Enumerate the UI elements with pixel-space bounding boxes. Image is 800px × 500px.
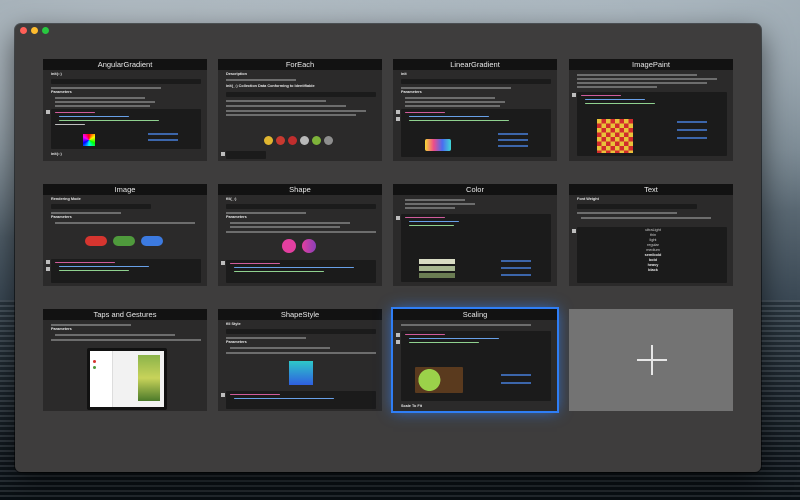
card-footer: init(::): [51, 152, 62, 156]
card-title: ShapeStyle: [218, 309, 382, 320]
card-title: Taps and Gestures: [43, 309, 207, 320]
card-imagepaint[interactable]: ImagePaint: [569, 59, 733, 161]
color-swatch: [419, 259, 455, 264]
card-heading: init: [401, 72, 407, 76]
angular-gradient-preview: [83, 134, 95, 146]
card-shape[interactable]: Shape fill(_:) Parameters: [218, 184, 382, 286]
params-label: Parameters: [226, 340, 247, 344]
params-label: Parameters: [51, 90, 72, 94]
gutter-icon[interactable]: [396, 117, 400, 121]
card-shapestyle[interactable]: ShapeStyle fill Style Parameters: [218, 309, 382, 411]
card-title: ImagePaint: [569, 59, 733, 70]
gutter-icon[interactable]: [396, 340, 400, 344]
card-foreach[interactable]: ForEach Description init(_:) Collection …: [218, 59, 382, 161]
card-color[interactable]: Color: [393, 184, 557, 286]
gutter-icon[interactable]: [46, 110, 50, 114]
card-angulargradient[interactable]: AngularGradient init(::) Parameters init…: [43, 59, 207, 161]
card-heading: Font Weight: [577, 197, 599, 201]
limes-image: [415, 367, 463, 393]
card-title: AngularGradient: [43, 59, 207, 70]
fruit-icon: [300, 136, 309, 145]
car-icon: [141, 236, 163, 246]
params-label: Parameters: [51, 327, 72, 331]
weight-label: black: [648, 268, 658, 272]
card-title: Shape: [218, 184, 382, 195]
code-block: [51, 79, 201, 84]
gutter-icon[interactable]: [396, 110, 400, 114]
card-text[interactable]: Text Font Weight ultraLight thin light r…: [569, 184, 733, 286]
card-title: ForEach: [218, 59, 382, 70]
linear-gradient-preview: [425, 139, 451, 151]
gutter-icon[interactable]: [46, 267, 50, 271]
tablet-preview: [87, 348, 167, 410]
color-swatch: [419, 273, 455, 278]
params-label: Parameters: [51, 215, 72, 219]
title-bar: [15, 24, 761, 38]
fruit-icon: [312, 136, 321, 145]
gutter-icon[interactable]: [572, 229, 576, 233]
params-label: Parameters: [226, 215, 247, 219]
card-heading: init(::): [51, 72, 62, 76]
add-card-button[interactable]: [569, 309, 733, 411]
fruit-icon: [324, 136, 333, 145]
card-title: Text: [569, 184, 733, 195]
close-button[interactable]: [20, 27, 27, 34]
gutter-icon[interactable]: [221, 393, 225, 397]
card-title: Color: [393, 184, 557, 195]
card-scaling[interactable]: Scaling Scale To Fit: [393, 309, 557, 411]
card-heading: fill(_:): [226, 197, 237, 201]
shapestyle-preview: [289, 361, 313, 385]
car-icon: [85, 236, 107, 246]
zoom-button[interactable]: [42, 27, 49, 34]
code-preview: [51, 109, 201, 149]
card-heading: Rendering Mode: [51, 197, 81, 201]
card-title: Scaling: [393, 309, 557, 320]
fruit-icon: [264, 136, 273, 145]
gutter-icon[interactable]: [572, 93, 576, 97]
card-subheading: init(_:) Collection Data Conforming to I…: [226, 84, 315, 88]
gutter-icon[interactable]: [396, 333, 400, 337]
shape-preview: [302, 239, 316, 253]
color-swatch: [419, 266, 455, 271]
minimize-button[interactable]: [31, 27, 38, 34]
fruit-icon: [288, 136, 297, 145]
font-weight-list: ultraLight thin light regular medium sem…: [633, 228, 673, 273]
shape-preview: [282, 239, 296, 253]
card-heading: Description: [226, 72, 247, 76]
params-label: Parameters: [401, 90, 422, 94]
card-image[interactable]: Image Rendering Mode Parameters: [43, 184, 207, 286]
card-lineargradient[interactable]: LinearGradient init Parameters: [393, 59, 557, 161]
gutter-icon[interactable]: [396, 216, 400, 220]
car-icon: [113, 236, 135, 246]
card-title: LinearGradient: [393, 59, 557, 70]
fruit-icon: [276, 136, 285, 145]
card-title: Image: [43, 184, 207, 195]
gutter-icon[interactable]: [46, 260, 50, 264]
card-footer: Scale To Fit: [401, 404, 423, 408]
card-heading: fill Style: [226, 322, 241, 326]
gutter-icon[interactable]: [221, 261, 225, 265]
card-taps-and-gestures[interactable]: Taps and Gestures Parameters: [43, 309, 207, 411]
app-window: AngularGradient init(::) Parameters init…: [15, 24, 761, 472]
image-paint-preview: [597, 119, 633, 153]
gutter-icon[interactable]: [221, 152, 225, 156]
